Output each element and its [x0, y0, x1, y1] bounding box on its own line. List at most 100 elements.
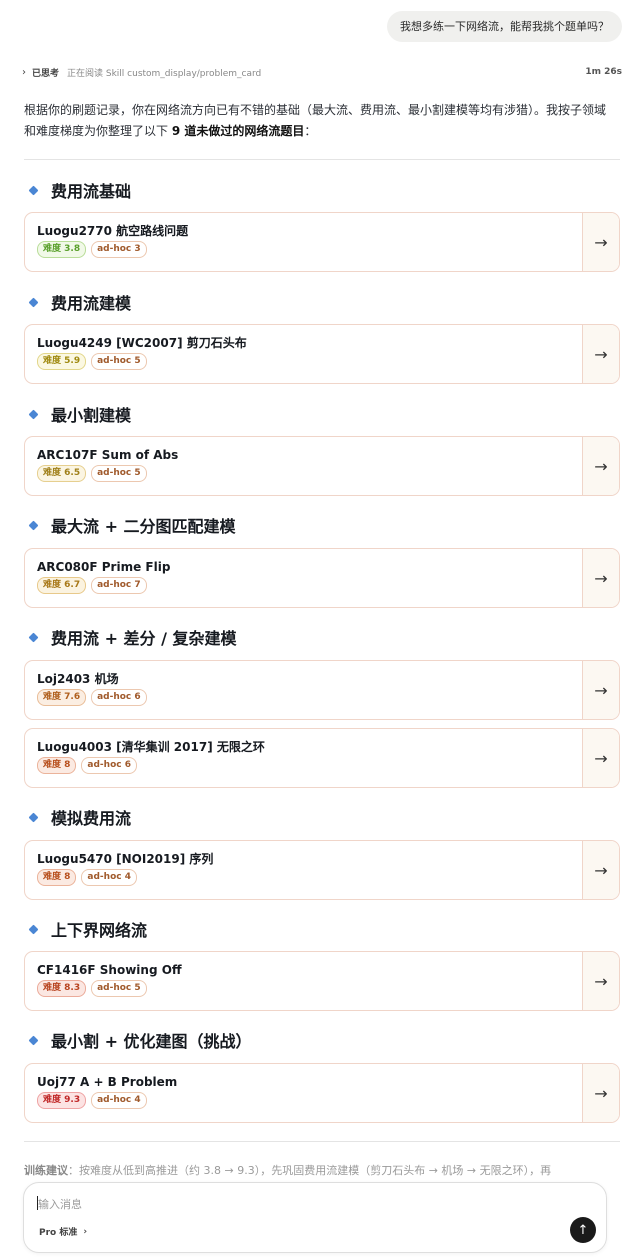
- section-title-text: 费用流基础: [51, 182, 132, 201]
- adhoc-badge: ad-hoc 4: [81, 869, 137, 886]
- section-title: 最大流 + 二分图匹配建模: [28, 513, 236, 537]
- divider: [24, 1141, 620, 1142]
- problem-tags: 难度 6.7 ad-hoc 7: [37, 577, 570, 594]
- diamond-bullet-icon: [28, 812, 39, 822]
- arrow-right-icon: →: [594, 748, 608, 768]
- section-title: 模拟费用流: [28, 805, 131, 829]
- section-title: 最小割 + 优化建图（挑战）: [28, 1028, 252, 1052]
- training-advice: 训练建议：按难度从低到高推进（约 3.8 → 9.3），先巩固费用流建模（剪刀石…: [24, 1164, 552, 1177]
- difficulty-badge: 难度 6.7: [37, 577, 87, 594]
- problem-title: Luogu4249 [WC2007] 剪刀石头布: [37, 336, 247, 350]
- section-title-text: 最小割 + 优化建图（挑战）: [51, 1032, 252, 1051]
- problem-tags: 难度 8.3 ad-hoc 5: [37, 980, 570, 997]
- problem-title: Luogu4003 [清华集训 2017] 无限之环: [37, 740, 265, 754]
- problem-card[interactable]: Luogu2770 航空路线问题 难度 3.8 ad-hoc 3 →: [24, 212, 620, 272]
- section-title-text: 费用流 + 差分 / 复杂建模: [51, 629, 237, 648]
- problem-card[interactable]: ARC080F Prime Flip 难度 6.7 ad-hoc 7 →: [24, 548, 620, 608]
- diamond-bullet-icon: [28, 409, 39, 419]
- arrow-right-icon: →: [594, 860, 608, 880]
- message-input[interactable]: 输入消息: [38, 1196, 82, 1212]
- open-problem-button[interactable]: →: [582, 729, 619, 787]
- open-problem-button[interactable]: →: [582, 549, 619, 607]
- problem-tags: 难度 8 ad-hoc 6: [37, 757, 570, 774]
- problem-card-body: Uoj77 A + B Problem 难度 9.3 ad-hoc 4: [25, 1064, 582, 1122]
- model-selector[interactable]: Pro 标准 ›: [39, 1225, 88, 1239]
- problem-card-body: Luogu2770 航空路线问题 难度 3.8 ad-hoc 3: [25, 213, 582, 271]
- diamond-bullet-icon: [28, 297, 39, 307]
- message-composer[interactable]: 输入消息 Pro 标准 › ↑: [23, 1182, 607, 1253]
- problem-card[interactable]: ARC107F Sum of Abs 难度 6.5 ad-hoc 5 →: [24, 436, 620, 496]
- open-problem-button[interactable]: →: [582, 437, 619, 495]
- problem-card[interactable]: Luogu4003 [清华集训 2017] 无限之环 难度 8 ad-hoc 6…: [24, 728, 620, 788]
- problem-tags: 难度 7.6 ad-hoc 6: [37, 689, 570, 706]
- section-title: 上下界网络流: [28, 917, 148, 941]
- difficulty-badge: 难度 5.9: [37, 353, 87, 370]
- problem-tags: 难度 9.3 ad-hoc 4: [37, 1092, 570, 1109]
- open-problem-button[interactable]: →: [582, 661, 619, 719]
- open-problem-button[interactable]: →: [582, 841, 619, 899]
- arrow-right-icon: →: [594, 232, 608, 252]
- arrow-right-icon: →: [594, 1083, 608, 1103]
- diamond-bullet-icon: [28, 632, 39, 642]
- thinking-status: 已思考: [32, 68, 60, 79]
- problem-tags: 难度 8 ad-hoc 4: [37, 869, 570, 886]
- problem-card-body: Loj2403 机场 难度 7.6 ad-hoc 6: [25, 661, 582, 719]
- problem-card-body: Luogu5470 [NOI2019] 序列 难度 8 ad-hoc 4: [25, 841, 582, 899]
- difficulty-badge: 难度 9.3: [37, 1092, 87, 1109]
- problem-card-body: ARC080F Prime Flip 难度 6.7 ad-hoc 7: [25, 549, 582, 607]
- problem-card[interactable]: Luogu5470 [NOI2019] 序列 难度 8 ad-hoc 4 →: [24, 840, 620, 900]
- open-problem-button[interactable]: →: [582, 213, 619, 271]
- difficulty-badge: 难度 8: [37, 869, 77, 886]
- problem-title: ARC080F Prime Flip: [37, 560, 171, 574]
- problem-card-body: ARC107F Sum of Abs 难度 6.5 ad-hoc 5: [25, 437, 582, 495]
- problem-title: Luogu2770 航空路线问题: [37, 224, 189, 238]
- problem-tags: 难度 6.5 ad-hoc 5: [37, 465, 570, 482]
- arrow-right-icon: →: [594, 568, 608, 588]
- send-button[interactable]: ↑: [570, 1217, 596, 1243]
- problem-title: Loj2403 机场: [37, 672, 119, 686]
- arrow-right-icon: →: [594, 456, 608, 476]
- problem-card-body: CF1416F Showing Off 难度 8.3 ad-hoc 5: [25, 952, 582, 1010]
- section-title-text: 费用流建模: [51, 294, 132, 313]
- section-title: 费用流基础: [28, 178, 132, 202]
- difficulty-badge: 难度 8: [37, 757, 77, 774]
- problem-card-body: Luogu4003 [清华集训 2017] 无限之环 难度 8 ad-hoc 6: [25, 729, 582, 787]
- adhoc-badge: ad-hoc 5: [91, 465, 147, 482]
- chevron-right-icon[interactable]: ›: [22, 67, 26, 78]
- section-title: 费用流 + 差分 / 复杂建模: [28, 625, 237, 649]
- thinking-duration: 1m 26s: [585, 67, 622, 77]
- section-title: 费用流建模: [28, 290, 132, 314]
- difficulty-badge: 难度 7.6: [37, 689, 87, 706]
- problem-count: 9 道未做过的网络流题目: [171, 124, 305, 138]
- problem-tags: 难度 5.9 ad-hoc 5: [37, 353, 570, 370]
- thinking-activity: 正在阅读 Skill custom_display/problem_card: [67, 68, 262, 79]
- adhoc-badge: ad-hoc 5: [91, 353, 147, 370]
- section-title: 最小割建模: [28, 402, 132, 426]
- divider: [24, 159, 620, 160]
- open-problem-button[interactable]: →: [582, 1064, 619, 1122]
- assistant-intro-text: 根据你的刷题记录，你在网络流方向已有不错的基础（最大流、费用流、最小割建模等均有…: [24, 103, 607, 138]
- section-title-text: 最小割建模: [51, 406, 132, 425]
- difficulty-badge: 难度 3.8: [37, 241, 87, 258]
- chevron-right-icon: ›: [83, 1226, 88, 1237]
- section-title-text: 上下界网络流: [51, 921, 148, 940]
- diamond-bullet-icon: [28, 924, 39, 934]
- arrow-right-icon: →: [594, 680, 608, 700]
- adhoc-badge: ad-hoc 4: [91, 1092, 147, 1109]
- open-problem-button[interactable]: →: [582, 325, 619, 383]
- thinking-status-row[interactable]: › 已思考 正在阅读 Skill custom_display/problem_…: [22, 64, 622, 80]
- diamond-bullet-icon: [28, 185, 39, 195]
- problem-card[interactable]: Luogu4249 [WC2007] 剪刀石头布 难度 5.9 ad-hoc 5…: [24, 324, 620, 384]
- open-problem-button[interactable]: →: [582, 952, 619, 1010]
- problem-title: ARC107F Sum of Abs: [37, 448, 179, 462]
- problem-card[interactable]: Loj2403 机场 难度 7.6 ad-hoc 6 →: [24, 660, 620, 720]
- user-message-bubble: 我想多练一下网络流，能帮我挑个题单吗？: [387, 11, 622, 42]
- problem-tags: 难度 3.8 ad-hoc 3: [37, 241, 570, 258]
- problem-card[interactable]: Uoj77 A + B Problem 难度 9.3 ad-hoc 4 →: [24, 1063, 620, 1123]
- problem-card[interactable]: CF1416F Showing Off 难度 8.3 ad-hoc 5 →: [24, 951, 620, 1011]
- adhoc-badge: ad-hoc 6: [81, 757, 137, 774]
- problem-title: CF1416F Showing Off: [37, 963, 182, 977]
- diamond-bullet-icon: [28, 520, 39, 530]
- adhoc-badge: ad-hoc 7: [91, 577, 147, 594]
- problem-title: Luogu5470 [NOI2019] 序列: [37, 852, 214, 866]
